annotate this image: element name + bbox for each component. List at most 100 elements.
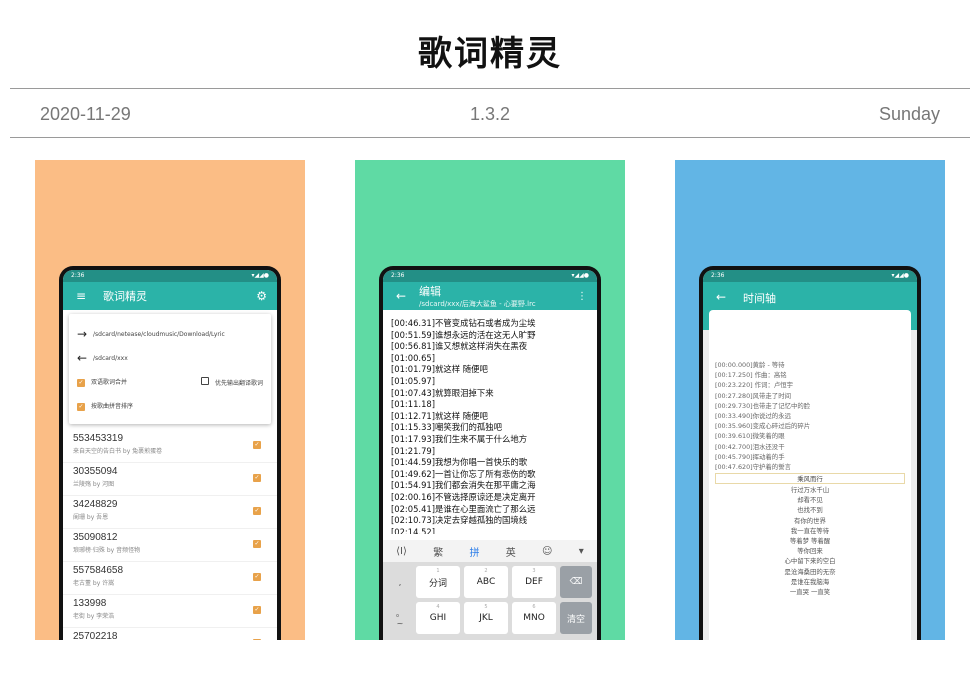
output-path: /sdcard/xxx bbox=[93, 354, 128, 362]
untimed-lyric-line[interactable]: 是沧海桑田的无奈 bbox=[709, 567, 911, 577]
untimed-lyric-line[interactable]: 我一直在等待 bbox=[709, 526, 911, 536]
untimed-lyric-line[interactable]: 心中留下来的空白 bbox=[709, 556, 911, 566]
key-4[interactable]: 4 GHI bbox=[416, 602, 460, 634]
checkbox-checked-icon[interactable]: ✓ bbox=[253, 474, 261, 482]
untimed-lyric-line[interactable]: 等着梦 等着醒 bbox=[709, 536, 911, 546]
checkbox-checked-icon: ✓ bbox=[77, 379, 85, 387]
status-time: 2:36 bbox=[711, 272, 725, 279]
checkbox-checked-icon[interactable]: ✓ bbox=[253, 540, 261, 548]
untimed-lyric-line[interactable]: 有你的世界 bbox=[709, 516, 911, 526]
gear-icon[interactable]: ⚙ bbox=[256, 289, 267, 303]
checkbox-checked-icon[interactable]: ✓ bbox=[253, 441, 261, 449]
list-item[interactable]: 25702218离不开你 by 黄绮珊✓ bbox=[63, 628, 277, 640]
backspace-key[interactable]: ⌫ bbox=[560, 566, 592, 598]
lyric-line: [00:56.81]谁又想就这样消失在黑夜 bbox=[391, 341, 528, 352]
emoji-icon[interactable]: ☺ bbox=[542, 546, 552, 557]
arrow-right-icon: → bbox=[77, 327, 88, 341]
timed-lyric-line[interactable]: [00:42.700]泪水还没干 bbox=[709, 442, 911, 452]
list-item[interactable]: 35090812 琅琊榜·归殊 by 音频怪物 ✓ bbox=[63, 529, 277, 562]
untimed-lyric-line[interactable]: 行过万水千山 bbox=[709, 485, 911, 495]
punct-key-period[interactable]: 。 ~ bbox=[388, 602, 412, 634]
timed-lyric-line[interactable]: [00:35.960]变成心碎过后的碎片 bbox=[709, 421, 911, 431]
checkbox-unchecked-icon bbox=[200, 377, 209, 385]
back-arrow-icon[interactable]: ← bbox=[713, 290, 729, 304]
timed-lyric-line[interactable]: [00:00.000]黄龄 - 等待 bbox=[709, 360, 911, 370]
untimed-lyric-line[interactable]: 是谁在我脑海 bbox=[709, 577, 911, 587]
lyric-line: [01:21.79] bbox=[391, 445, 435, 456]
untimed-lyric-line[interactable]: 等你回来 bbox=[709, 546, 911, 556]
signal-icon: ▾◢◢● bbox=[891, 272, 909, 279]
untimed-lyric-line[interactable]: 也找不到 bbox=[709, 505, 911, 515]
status-bar: 2:36 ▾◢◢● bbox=[703, 270, 917, 282]
cursor-icon[interactable]: ⟨I⟩ bbox=[396, 546, 407, 557]
output-path-row[interactable]: ← /sdcard/xxx bbox=[77, 346, 263, 370]
checkbox-checked-icon: ✓ bbox=[77, 403, 85, 411]
lyric-line: [01:07.43]就算眼泪掉下来 bbox=[391, 387, 494, 398]
timed-lyric-line[interactable]: [00:23.220] 作词：卢恒宇 bbox=[709, 380, 911, 390]
song-id: 25702218 bbox=[73, 631, 118, 640]
lyric-line: [01:00.65] bbox=[391, 352, 435, 363]
phone-frame: 2:36 ▾◢◢● ← 编辑 /sdcard/xxx/后海大鲨鱼 - 心要野.l… bbox=[379, 266, 601, 640]
source-path-row[interactable]: → /sdcard/netease/cloudmusic/Download/Ly… bbox=[77, 322, 263, 346]
lyric-line: [01:15.33]嘲笑我们的孤独吧 bbox=[391, 422, 502, 433]
option-merge-bilingual[interactable]: ✓ 双语歌词合并 bbox=[77, 377, 127, 387]
timed-lyric-line[interactable]: [00:33.490]你说过的永远 bbox=[709, 411, 911, 421]
untimed-lyric-line[interactable]: 一直哭 一直笑 bbox=[709, 587, 911, 597]
screenshot-card-main: 2:36 ▾◢◢● ≡ 歌词精灵 ⚙ → /sdcard/netease/clo… bbox=[35, 160, 305, 640]
song-id: 553453319 bbox=[73, 433, 124, 444]
lyric-line: [00:46.31]不管变成钻石或者成为尘埃 bbox=[391, 318, 536, 328]
key-6[interactable]: 6 MNO bbox=[512, 602, 556, 634]
timed-lyric-line[interactable]: [00:45.790]挥动着的手 bbox=[709, 452, 911, 462]
lyric-line: [01:17.93]我们生来不属于什么地方 bbox=[391, 433, 528, 444]
lyrics-editor[interactable]: [00:46.31]不管变成钻石或者成为尘埃 [00:51.59]谁想永远的活在这… bbox=[387, 314, 593, 534]
settings-panel: → /sdcard/netease/cloudmusic/Download/Ly… bbox=[69, 314, 271, 424]
checkbox-checked-icon[interactable]: ✓ bbox=[253, 507, 261, 515]
checkbox-checked-icon[interactable]: ✓ bbox=[253, 639, 261, 640]
screenshot-card-editor: 2:36 ▾◢◢● ← 编辑 /sdcard/xxx/后海大鲨鱼 - 心要野.l… bbox=[355, 160, 625, 640]
status-bar: 2:36 ▾◢◢● bbox=[63, 270, 277, 282]
version-label: 1.3.2 bbox=[469, 104, 511, 124]
collapse-keyboard-icon[interactable]: ▾ bbox=[579, 546, 584, 557]
song-title: 老古董 by 许嵩 bbox=[73, 580, 115, 587]
back-arrow-icon[interactable]: ← bbox=[393, 289, 409, 303]
song-id: 133998 bbox=[73, 598, 107, 609]
timed-lyric-line[interactable]: [00:17.250] 作曲：高铭 bbox=[709, 370, 911, 380]
timed-lyric-line[interactable]: [00:47.620]守护着的誓言 bbox=[709, 462, 911, 472]
clear-key[interactable]: 清空 bbox=[560, 602, 592, 634]
more-icon[interactable]: ⋮ bbox=[577, 291, 587, 302]
key-1[interactable]: 1 分词 bbox=[416, 566, 460, 598]
song-title: 兰陵殇 by 河图 bbox=[73, 481, 115, 488]
timed-lyric-line[interactable]: [00:29.730]也带走了记忆中的脸 bbox=[709, 401, 911, 411]
song-title: 阑珊 by 吾恩 bbox=[73, 514, 109, 521]
option-sort-pinyin[interactable]: ✓ 按歌曲拼音排序 bbox=[77, 401, 133, 411]
list-item[interactable]: 133998 老街 by 李荣浩 ✓ bbox=[63, 595, 277, 628]
punct-key-comma[interactable]: , bbox=[388, 566, 412, 598]
lyric-line: [02:05.41]是谁在心里面流亡了那么远 bbox=[391, 503, 536, 514]
list-item[interactable]: 553453319 来自天空的告白书 by 兔裹煎蛋卷 ✓ bbox=[63, 430, 277, 463]
signal-icon: ▾◢◢● bbox=[251, 272, 269, 279]
checkbox-checked-icon[interactable]: ✓ bbox=[253, 606, 261, 614]
song-id: 34248829 bbox=[73, 499, 118, 510]
key-5[interactable]: 5 JKL bbox=[464, 602, 508, 634]
current-lyric-line[interactable]: 乘风而行 bbox=[715, 473, 905, 485]
option-prefer-translation[interactable]: 优先输出翻译歌词 bbox=[200, 377, 263, 387]
song-id: 35090812 bbox=[73, 532, 118, 543]
list-item[interactable]: 34248829 阑珊 by 吾恩 ✓ bbox=[63, 496, 277, 529]
timed-lyric-line[interactable]: [00:27.280]风带走了时间 bbox=[709, 391, 911, 401]
arrow-left-icon: ← bbox=[77, 351, 88, 365]
traditional-button[interactable]: 繁 bbox=[433, 544, 443, 559]
ime-toolbar: ⟨I⟩ 繁 拼 英 ☺ ▾ bbox=[383, 540, 597, 562]
pinyin-button[interactable]: 拼 bbox=[469, 544, 479, 559]
list-item[interactable]: 30355094 兰陵殇 by 河图 ✓ bbox=[63, 463, 277, 496]
phone-frame: 2:36 ▾◢◢● ≡ 歌词精灵 ⚙ → /sdcard/netease/clo… bbox=[59, 266, 281, 640]
untimed-lyric-line[interactable]: 却看不见 bbox=[709, 495, 911, 505]
key-2[interactable]: 2 ABC bbox=[464, 566, 508, 598]
checkbox-checked-icon[interactable]: ✓ bbox=[253, 573, 261, 581]
list-item[interactable]: 557584658 老古董 by 许嵩 ✓ bbox=[63, 562, 277, 595]
menu-icon[interactable]: ≡ bbox=[73, 289, 89, 303]
english-button[interactable]: 英 bbox=[506, 544, 516, 559]
key-3[interactable]: 3 DEF bbox=[512, 566, 556, 598]
song-list: 553453319 来自天空的告白书 by 兔裹煎蛋卷 ✓ 30355094 兰陵殇 b… bbox=[63, 430, 277, 640]
lyric-line: [02:14.52] bbox=[391, 526, 435, 534]
timed-lyric-line[interactable]: [00:39.610]微笑着的眼 bbox=[709, 431, 911, 441]
